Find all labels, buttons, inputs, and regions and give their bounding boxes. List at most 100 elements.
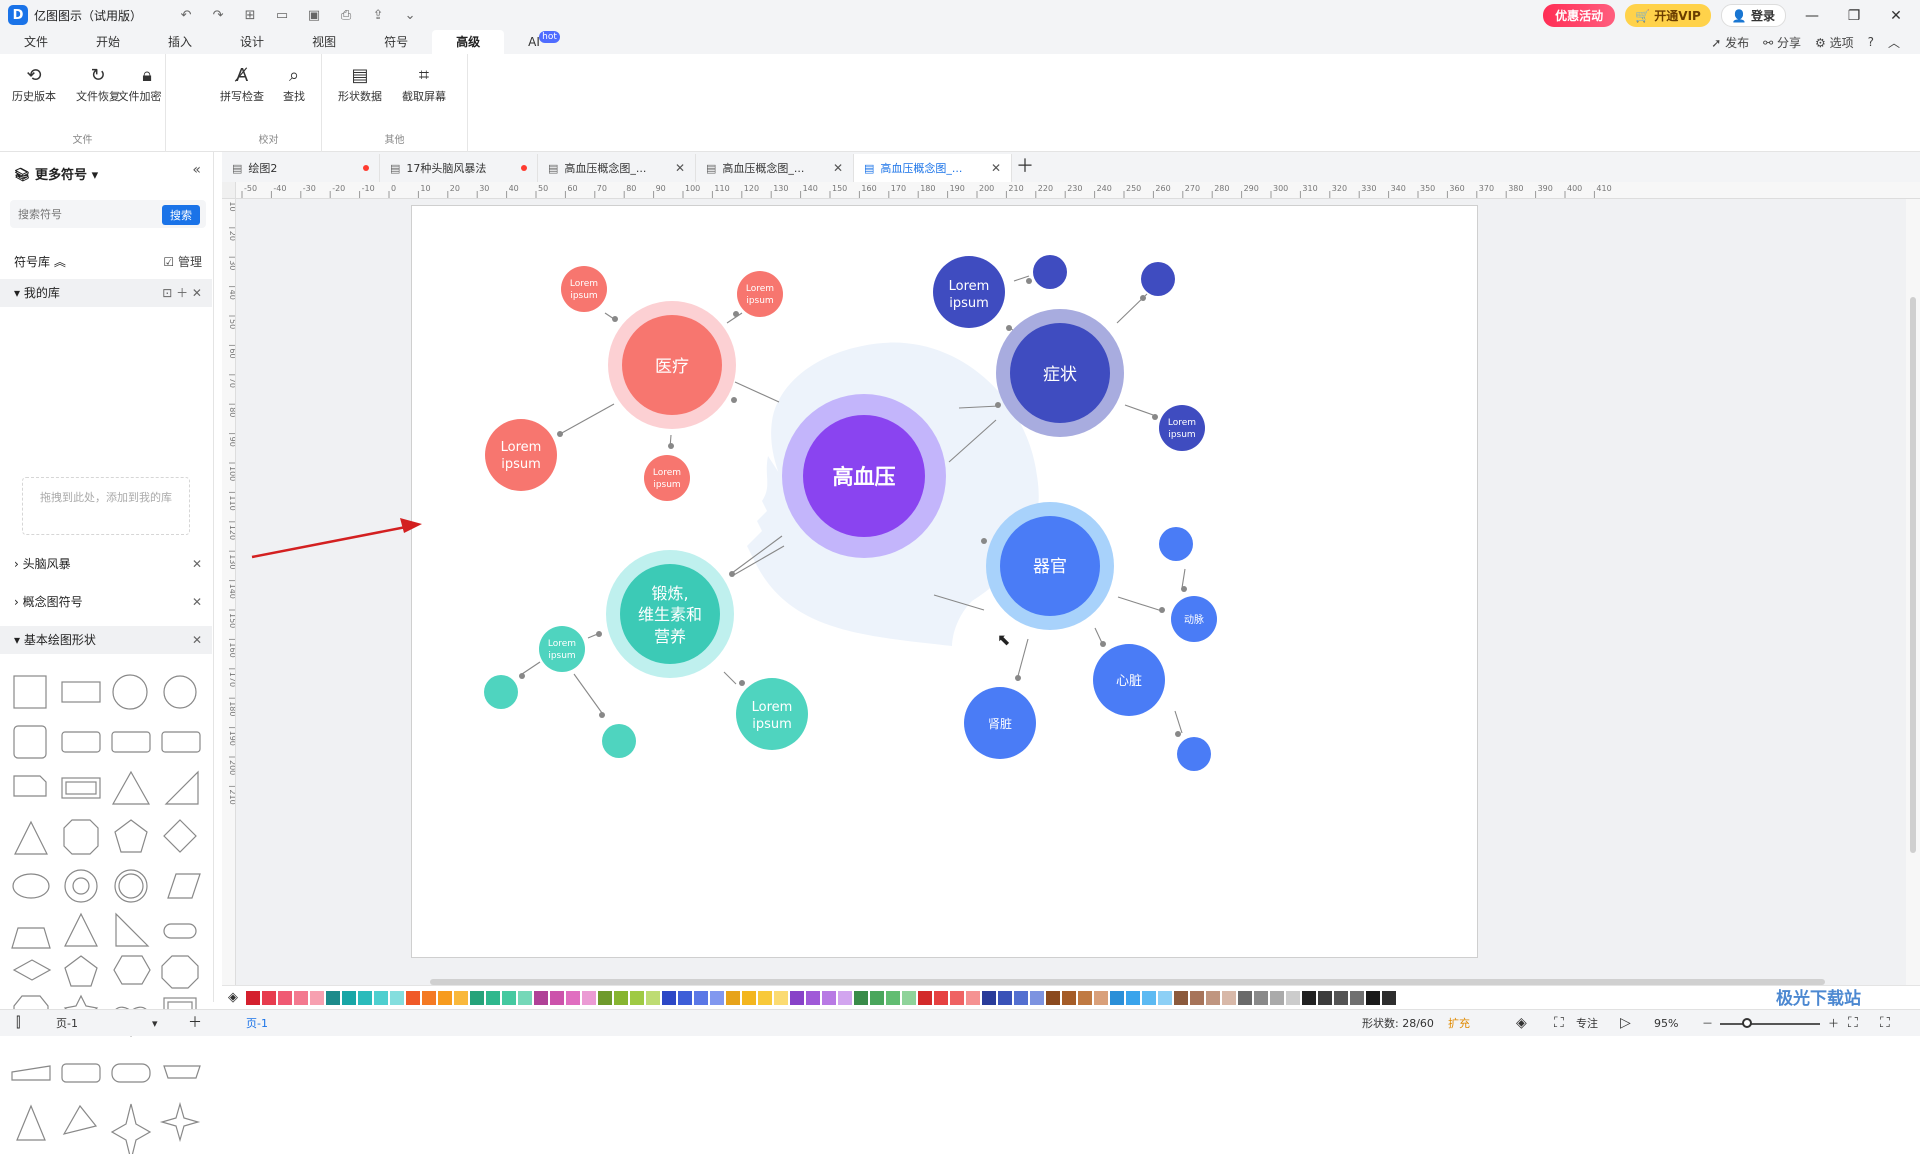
color-swatch[interactable] [1094,990,1108,1005]
color-swatch[interactable] [918,990,932,1005]
help-icon[interactable]: ? [1868,35,1874,49]
color-swatch[interactable] [1270,990,1284,1005]
file-encrypt-button[interactable]: 🔒︎ 文件加密 [118,64,162,104]
collapse-ribbon-icon[interactable]: ︿ [1888,34,1900,51]
color-swatch[interactable] [582,990,596,1005]
scroll-thumb[interactable] [1910,297,1916,853]
publish-button[interactable]: ➚ 发布 [1711,34,1749,51]
more-symbols-button[interactable]: 📚︎ 更多符号 ▾ [14,164,98,183]
login-button[interactable]: 👤 登录 [1720,4,1786,27]
color-swatch[interactable] [1190,990,1204,1005]
drop-area[interactable]: 拖拽到此处，添加到我的库 [22,477,190,535]
new-icon[interactable]: ⊞ [236,8,264,23]
symbol-library-header[interactable]: 符号库 ︽ ☑ 管理 [0,248,212,276]
color-swatch[interactable] [822,990,836,1005]
tab-hypertension-2[interactable]: ▤ 高血压概念图_... ✕ [696,154,854,182]
color-swatch[interactable] [1062,990,1076,1005]
color-swatch[interactable] [870,990,884,1005]
color-swatch[interactable] [422,990,436,1005]
color-swatch[interactable] [758,990,772,1005]
add-page-icon[interactable]: ＋ [188,1010,202,1037]
new-tab-icon[interactable]: ＋ [1012,154,1038,182]
color-swatch[interactable] [1318,990,1332,1005]
vertical-scrollbar[interactable] [1906,199,1920,985]
color-swatch[interactable] [454,990,468,1005]
restore-icon[interactable]: ❐ [1838,8,1870,24]
menu-insert[interactable]: 插入 [144,30,216,54]
page-layout-icon[interactable]: ⫿ [16,1010,20,1037]
color-swatch[interactable] [342,990,356,1005]
color-swatch[interactable] [838,990,852,1005]
minimize-icon[interactable]: — [1796,8,1828,24]
color-swatch[interactable] [470,990,484,1005]
color-swatch[interactable] [886,990,900,1005]
color-swatch[interactable] [662,990,676,1005]
manage-button[interactable]: ☑ 管理 [163,248,202,276]
menu-symbol[interactable]: 符号 [360,30,432,54]
layers-icon[interactable]: ◈ [1516,1010,1527,1037]
options-button[interactable]: ⚙ 选项 [1815,34,1854,51]
color-swatch[interactable] [374,990,388,1005]
color-swatch[interactable] [1366,990,1380,1005]
focus-label[interactable]: 专注 [1576,1010,1598,1037]
zoom-slider[interactable] [1720,1010,1820,1037]
color-swatch[interactable] [486,990,500,1005]
menu-design[interactable]: 设计 [216,30,288,54]
color-swatch[interactable] [406,990,420,1005]
library-concept[interactable]: › 概念图符号 ✕ [0,588,212,616]
color-swatch[interactable] [262,990,276,1005]
color-swatch[interactable] [1078,990,1092,1005]
open-folder-icon[interactable]: ▭ [268,8,296,23]
color-swatch[interactable] [1126,990,1140,1005]
color-swatch[interactable] [550,990,564,1005]
color-swatch[interactable] [934,990,948,1005]
color-swatch[interactable] [1110,990,1124,1005]
focus-icon[interactable]: ⛶ [1554,1010,1564,1037]
close-window-icon[interactable]: ✕ [1880,8,1912,24]
color-swatch[interactable] [502,990,516,1005]
color-swatch[interactable] [806,990,820,1005]
small-bubble[interactable] [1033,255,1067,289]
page-selector[interactable]: 页-1 [56,1010,78,1037]
close-tab-icon[interactable]: ✕ [991,161,1001,175]
color-swatch[interactable] [534,990,548,1005]
my-library-row[interactable]: ▾ 我的库 ⊡ ＋ ✕ [0,279,212,307]
color-swatch[interactable] [678,990,692,1005]
menu-view[interactable]: 视图 [288,30,360,54]
color-swatch[interactable] [966,990,980,1005]
color-swatch[interactable] [630,990,644,1005]
color-swatch[interactable] [790,990,804,1005]
tab-hypertension-3[interactable]: ▤ 高血压概念图_... ✕ [854,154,1012,182]
zoom-level[interactable]: 95% [1654,1010,1678,1037]
color-swatch[interactable] [774,990,788,1005]
library-brainstorm[interactable]: › 头脑风暴 ✕ [0,550,212,578]
close-tab-icon[interactable]: ✕ [675,161,685,175]
customize-icon[interactable]: ⌄ [396,8,424,23]
small-bubble[interactable] [1159,527,1193,561]
color-swatch[interactable] [294,990,308,1005]
my-library-actions[interactable]: ⊡ ＋ ✕ [162,279,202,307]
undo-icon[interactable]: ↶ [172,8,200,23]
color-swatch[interactable] [726,990,740,1005]
color-swatch[interactable] [246,990,260,1005]
symbol-search-input[interactable] [10,200,150,228]
color-swatch[interactable] [358,990,372,1005]
color-swatch[interactable] [1382,990,1396,1005]
color-swatch[interactable] [982,990,996,1005]
zoom-out-icon[interactable]: － [1702,1010,1713,1037]
color-swatch[interactable] [1142,990,1156,1005]
canvas-area[interactable]: 高血压 医疗 Lorem ipsum Lorem ipsum Lorem ips… [236,199,1906,985]
fit-page-icon[interactable]: ⛶ [1848,1010,1858,1037]
page-tab[interactable]: 页-1 [246,1010,268,1037]
fullscreen-icon[interactable]: ⛶ [1880,1010,1890,1037]
screenshot-button[interactable]: ⌗ 截取屏幕 [394,64,454,104]
shape-data-button[interactable]: ▤ 形状数据 [330,64,390,104]
tab-brainstorm[interactable]: ▤ 17种头脑风暴法 [380,154,538,182]
small-bubble[interactable] [1141,262,1175,296]
small-bubble[interactable] [1177,737,1211,771]
color-swatch[interactable] [1238,990,1252,1005]
share-button[interactable]: ⚯ 分享 [1763,34,1801,51]
color-swatch[interactable] [1030,990,1044,1005]
print-icon[interactable]: ⎙ [332,8,360,23]
color-swatch[interactable] [1254,990,1268,1005]
